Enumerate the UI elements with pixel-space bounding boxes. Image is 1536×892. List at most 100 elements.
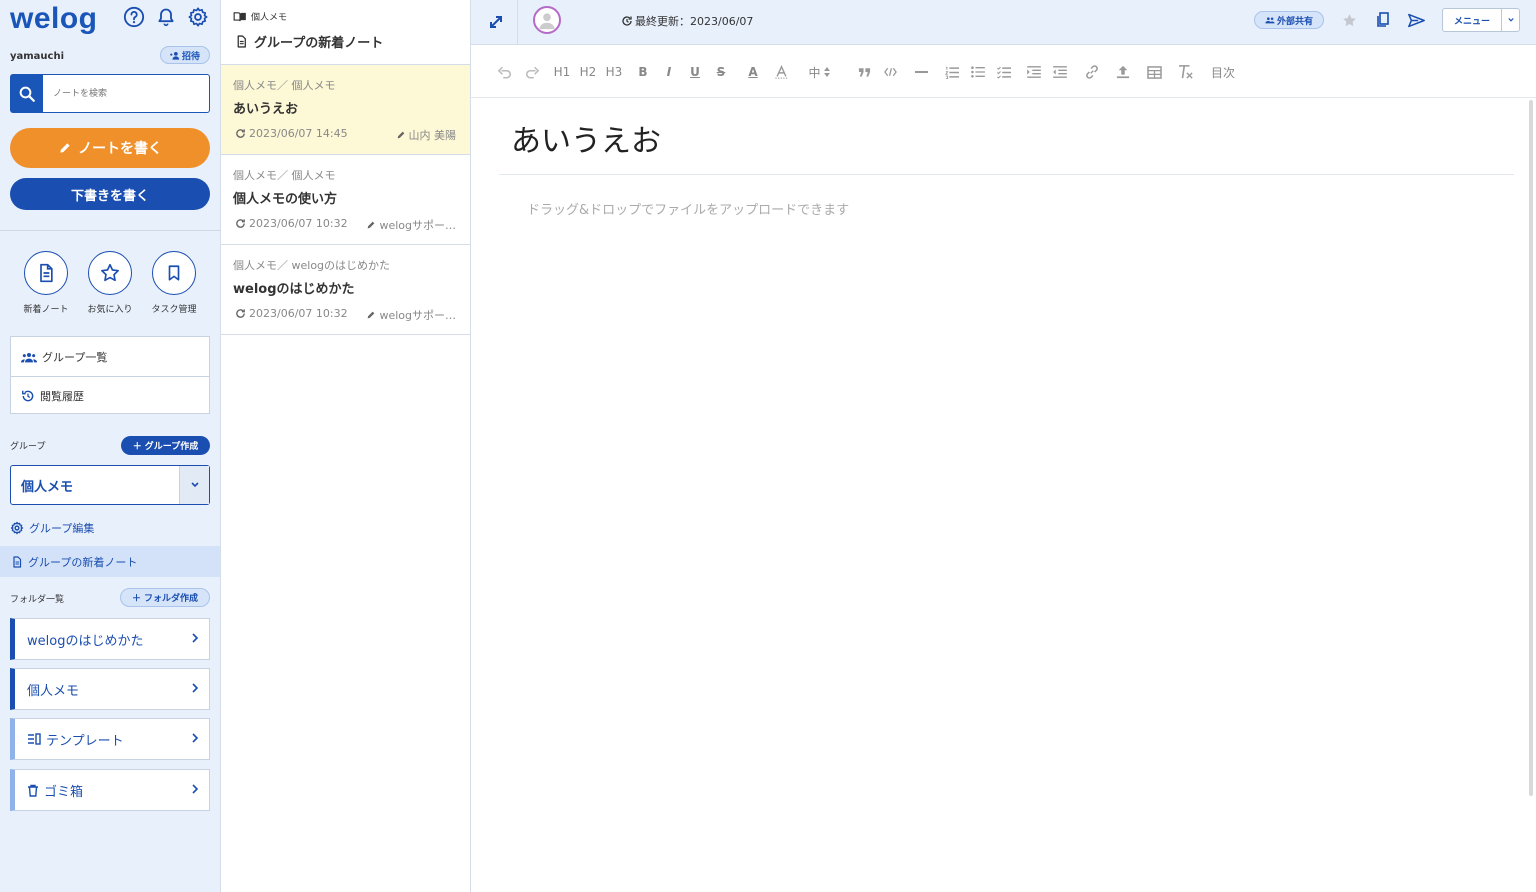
note-list-panel: 個人メモ グループの新着ノート 個人メモ／ 個人メモ あいうえお 2023/06…: [221, 0, 471, 892]
strikethrough-button[interactable]: S: [714, 63, 728, 81]
bell-icon[interactable]: [154, 5, 178, 29]
username: yamauchi: [10, 51, 65, 62]
nav-history[interactable]: 閲覧履歴: [11, 376, 209, 415]
note-list-title: グループの新着ノート: [235, 32, 383, 51]
note-list-item[interactable]: 個人メモ／ 個人メモ あいうえお 2023/06/07 14:45 山内 美陽: [221, 65, 470, 155]
group-select[interactable]: 個人メモ: [10, 465, 210, 505]
heading1-button[interactable]: H1: [552, 63, 572, 81]
sidebar: welog yamauchi 招待 ノートを書く 下書きを書く 新着ノート: [0, 0, 221, 892]
group-create-label: グループ作成: [144, 442, 199, 452]
search-icon[interactable]: [11, 75, 43, 112]
heading2-button[interactable]: H2: [578, 63, 598, 81]
chevron-right-icon: [192, 784, 199, 794]
note-list-title-text: グループの新着ノート: [254, 36, 384, 51]
link-icon[interactable]: [1084, 63, 1100, 81]
heading3-button[interactable]: H3: [604, 63, 624, 81]
folder-item[interactable]: 個人メモ: [10, 668, 210, 710]
group-new-notes-item[interactable]: グループの新着ノート: [0, 546, 220, 577]
users-icon: [21, 352, 37, 362]
expand-icon[interactable]: [483, 9, 509, 35]
last-updated-text: 最終更新：2023/06/07: [635, 15, 754, 28]
chevron-right-icon: [192, 733, 199, 743]
group-section-label: グループ: [10, 442, 46, 452]
ordered-list-icon[interactable]: [944, 63, 960, 81]
copy-icon[interactable]: [1372, 9, 1394, 31]
underline-button[interactable]: U: [688, 63, 702, 81]
document-icon: [13, 555, 22, 568]
gear-icon[interactable]: [186, 5, 210, 29]
bullet-list-icon[interactable]: [970, 63, 986, 81]
external-share-button[interactable]: 外部共有: [1254, 11, 1324, 29]
avatar[interactable]: [533, 6, 561, 34]
note-list-item[interactable]: 個人メモ／ 個人メモ 個人メモの使い方 2023/06/07 10:32 wel…: [221, 155, 470, 245]
quick-new-notes[interactable]: 新着ノート: [14, 251, 78, 315]
bold-button[interactable]: B: [636, 63, 650, 81]
quick-tasks[interactable]: タスク管理: [142, 251, 206, 315]
template-icon: [28, 733, 41, 745]
font-size-select[interactable]: 中: [805, 63, 833, 81]
note-list-item[interactable]: 個人メモ／ welogのはじめかた welogのはじめかた 2023/06/07…: [221, 245, 470, 335]
group-create-button[interactable]: ＋ グループ作成: [121, 436, 210, 455]
clear-format-icon[interactable]: [1177, 63, 1195, 81]
star-icon[interactable]: [1338, 9, 1360, 31]
italic-button[interactable]: I: [662, 63, 676, 81]
chevron-right-icon: [192, 633, 199, 643]
folder-item-template[interactable]: テンプレート: [10, 718, 210, 760]
document-title[interactable]: あいうえお: [511, 116, 661, 160]
group-edit-label: グループ編集: [29, 522, 95, 535]
bookmark-icon: [152, 251, 196, 295]
folder-label: 個人メモ: [27, 683, 80, 699]
chevron-down-icon[interactable]: [179, 466, 209, 504]
horizontal-rule-icon[interactable]: [914, 63, 928, 81]
search-box: [10, 74, 210, 113]
note-list-header: 個人メモ グループの新着ノート: [221, 0, 470, 65]
nav-box: グループ一覧 閲覧履歴: [10, 336, 210, 414]
breadcrumb-label: 個人メモ: [251, 13, 288, 23]
invite-button[interactable]: 招待: [160, 46, 210, 64]
note-author: welogサポー…: [366, 217, 456, 233]
table-icon[interactable]: [1146, 63, 1162, 81]
menu-button[interactable]: メニュー: [1442, 8, 1520, 32]
last-updated: 最終更新：2023/06/07: [621, 13, 753, 29]
checklist-icon[interactable]: [996, 63, 1012, 81]
top-icons: [122, 5, 210, 29]
nav-label: グループ一覧: [42, 350, 108, 364]
font-color-button[interactable]: A: [746, 63, 760, 81]
invite-label: 招待: [181, 51, 200, 62]
font-size-value: 中: [808, 65, 821, 80]
app-logo[interactable]: welog: [10, 2, 98, 36]
note-date: 2023/06/07 10:32: [235, 217, 348, 230]
folder-create-button[interactable]: ＋ フォルダ作成: [120, 588, 210, 607]
group-edit-link[interactable]: グループ編集: [10, 520, 94, 536]
editor-body-placeholder[interactable]: ドラッグ&ドロップでファイルをアップロードできます: [527, 199, 849, 218]
indent-icon[interactable]: [1026, 63, 1042, 81]
redo-icon[interactable]: [524, 63, 540, 81]
undo-icon[interactable]: [497, 63, 513, 81]
group-new-notes-label: グループの新着ノート: [28, 555, 138, 569]
upload-icon[interactable]: [1115, 63, 1131, 81]
outdent-icon[interactable]: [1052, 63, 1068, 81]
document-icon: [24, 251, 68, 295]
quote-icon[interactable]: [857, 63, 871, 81]
quick-favorites[interactable]: お気に入り: [78, 251, 142, 315]
write-draft-button[interactable]: 下書きを書く: [10, 178, 210, 210]
folder-item-trash[interactable]: ゴミ箱: [10, 769, 210, 811]
search-input[interactable]: [43, 75, 203, 112]
help-icon[interactable]: [122, 5, 146, 29]
breadcrumb[interactable]: 個人メモ: [233, 10, 287, 23]
book-icon: [233, 11, 246, 21]
highlight-icon[interactable]: [773, 63, 789, 81]
write-note-label: ノートを書く: [78, 141, 162, 157]
update-icon: [236, 309, 245, 318]
send-icon[interactable]: [1405, 9, 1427, 31]
chevron-down-icon[interactable]: [1501, 9, 1519, 31]
toc-button[interactable]: 目次: [1209, 63, 1237, 81]
code-icon[interactable]: [882, 63, 898, 81]
nav-group-list[interactable]: グループ一覧: [11, 337, 209, 376]
write-note-button[interactable]: ノートを書く: [10, 128, 210, 168]
pencil-icon: [397, 131, 404, 139]
editor-scrollbar[interactable]: [1529, 100, 1533, 796]
quick-label: タスク管理: [151, 305, 197, 315]
note-author: welogサポー…: [366, 307, 456, 323]
folder-item[interactable]: welogのはじめかた: [10, 618, 210, 660]
